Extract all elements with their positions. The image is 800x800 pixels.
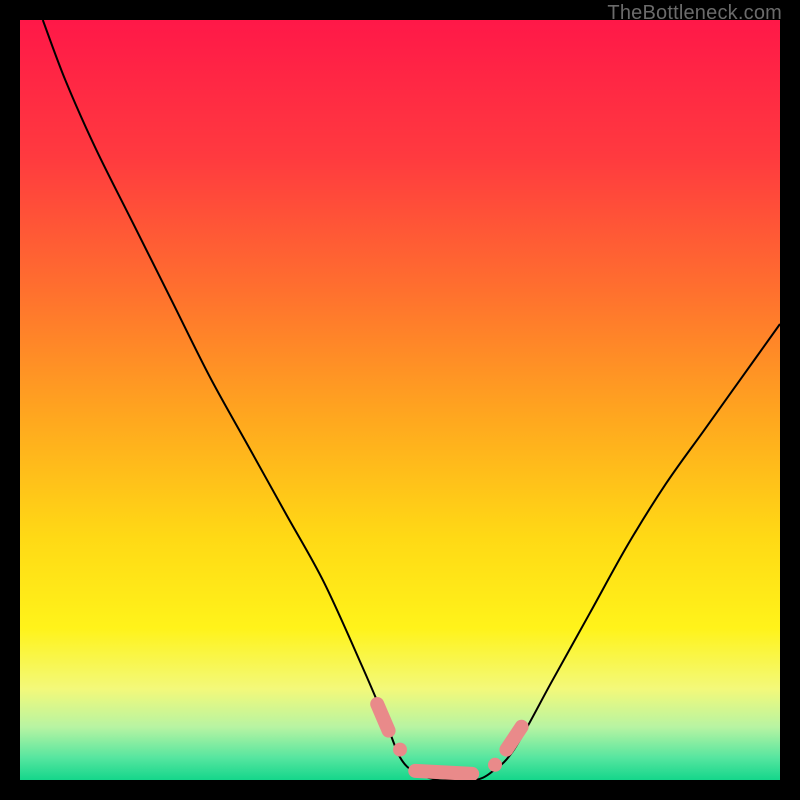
pink-dot-right-1 — [488, 758, 502, 772]
pink-dot-left-2 — [393, 743, 407, 757]
pink-segment-flat — [415, 771, 472, 774]
gradient-background — [20, 20, 780, 780]
bottleneck-chart — [20, 20, 780, 780]
chart-frame: TheBottleneck.com — [0, 0, 800, 800]
